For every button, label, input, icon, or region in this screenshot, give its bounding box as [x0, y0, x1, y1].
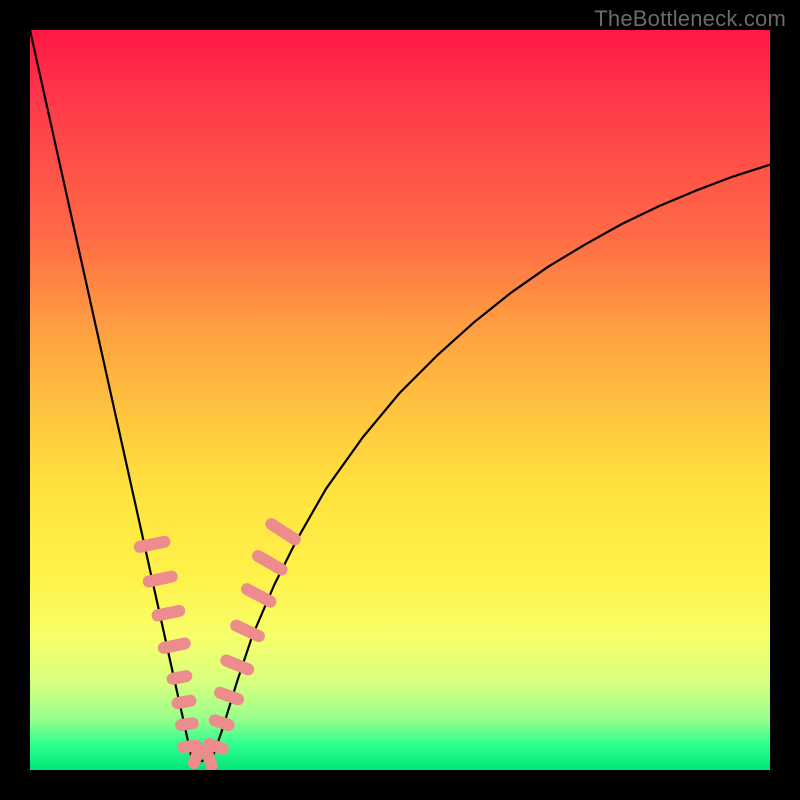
plot-area — [30, 30, 770, 770]
data-marker — [142, 570, 179, 589]
data-marker — [170, 694, 197, 710]
data-marker — [263, 516, 303, 548]
curve-group — [30, 30, 770, 761]
data-marker — [166, 669, 194, 686]
data-marker — [157, 636, 192, 655]
bottleneck-curve — [30, 30, 770, 761]
marker-group — [133, 516, 303, 770]
data-marker — [133, 535, 172, 554]
data-marker — [212, 685, 245, 707]
data-marker — [174, 717, 199, 732]
chart-svg — [30, 30, 770, 770]
data-marker — [228, 618, 267, 645]
watermark-text: TheBottleneck.com — [594, 6, 786, 32]
data-marker — [218, 653, 255, 677]
data-marker — [250, 548, 290, 578]
data-marker — [239, 581, 279, 610]
outer-frame: TheBottleneck.com — [0, 0, 800, 800]
data-marker — [150, 604, 186, 623]
